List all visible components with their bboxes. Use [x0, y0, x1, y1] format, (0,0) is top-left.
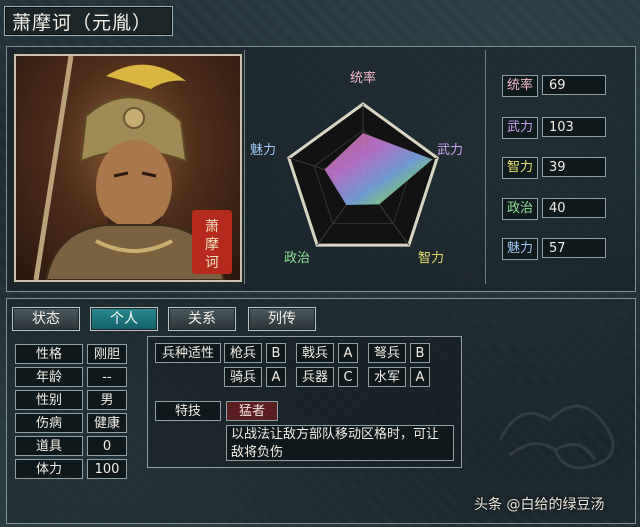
skill-name[interactable]: 猛者: [226, 401, 278, 421]
svg-text:摩: 摩: [205, 236, 219, 253]
ability-radar-chart: 统率武力智力 政治 魅力: [250, 70, 463, 266]
stat-label: 魅力: [502, 238, 538, 260]
profile-label: 年龄: [15, 367, 83, 387]
unit-label-spear: 枪兵: [224, 343, 262, 363]
officer-name-box: 萧摩诃（元胤）: [4, 6, 173, 36]
tab-relations[interactable]: 关系: [168, 307, 236, 331]
grade-crossbow: B: [410, 343, 430, 363]
profile-value-stamina: 100: [87, 459, 127, 479]
radar-chart-area: 统率武力智力 政治 魅力: [244, 50, 486, 284]
tab-biography[interactable]: 列传: [248, 307, 316, 331]
aptitude-title: 兵种适性: [155, 343, 221, 363]
unit-label-halberd: 戟兵: [296, 343, 334, 363]
profile-value-items: 0: [87, 436, 127, 456]
stat-value: 39: [542, 157, 606, 177]
unit-label-crossbow: 弩兵: [368, 343, 406, 363]
stat-label: 智力: [502, 157, 538, 179]
stat-label: 统率: [502, 75, 538, 97]
radar-axis-label: 智力: [418, 251, 444, 266]
profile-value-age: --: [87, 367, 127, 387]
grade-siege: C: [338, 367, 358, 387]
radar-axis-label: 政治: [284, 251, 310, 266]
stat-value: 103: [542, 117, 606, 137]
svg-text:萧: 萧: [205, 219, 219, 235]
stat-label: 武力: [502, 117, 538, 139]
profile-label: 性格: [15, 344, 83, 364]
stat-value: 69: [542, 75, 606, 95]
unit-label-siege: 兵器: [296, 367, 334, 387]
officer-name: 萧摩诃（元胤）: [12, 12, 153, 34]
grade-cavalry: A: [266, 367, 286, 387]
profile-grid: 性格 刚胆 年龄 -- 性别 男 伤病 健康 道具 0 体力 100: [15, 336, 127, 486]
warrior-portrait-icon: 萧 摩 诃: [33, 56, 232, 280]
grade-spear: B: [266, 343, 286, 363]
radar-axis-label: 统率: [350, 70, 376, 86]
profile-value-personality: 刚胆: [87, 344, 127, 364]
officer-portrait: 萧 摩 诃: [14, 54, 242, 282]
profile-value-injury: 健康: [87, 413, 127, 433]
skill-description: 以战法让敌方部队移动区格时，可让敌将负伤: [226, 425, 454, 461]
stat-value: 57: [542, 238, 606, 258]
skill-label: 特技: [155, 401, 221, 421]
radar-axis-label: 武力: [437, 143, 463, 158]
radar-axis-label: 魅力: [250, 143, 276, 158]
tab-personal[interactable]: 个人: [90, 307, 158, 331]
profile-label: 体力: [15, 459, 83, 479]
unit-label-navy: 水军: [368, 367, 406, 387]
profile-label: 性别: [15, 390, 83, 410]
grade-halberd: A: [338, 343, 358, 363]
tab-status[interactable]: 状态: [12, 307, 80, 331]
profile-label: 道具: [15, 436, 83, 456]
svg-text:诃: 诃: [205, 255, 219, 271]
stat-value: 40: [542, 198, 606, 218]
grade-navy: A: [410, 367, 430, 387]
profile-label: 伤病: [15, 413, 83, 433]
stat-label: 政治: [502, 198, 538, 220]
profile-value-gender: 男: [87, 390, 127, 410]
unit-label-cavalry: 骑兵: [224, 367, 262, 387]
watermark: 头条 @白给的绿豆汤: [474, 497, 605, 513]
